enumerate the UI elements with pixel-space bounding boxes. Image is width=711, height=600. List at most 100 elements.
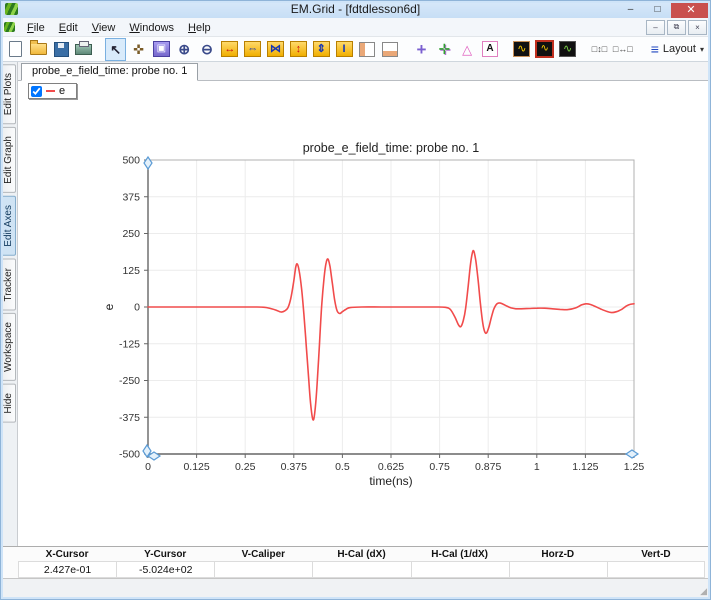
dropdown-caret-icon: ▾ bbox=[699, 44, 704, 54]
y-tick-label: 250 bbox=[122, 228, 140, 240]
readout-value bbox=[214, 561, 313, 578]
y-tick-label: 500 bbox=[122, 155, 140, 167]
axis-handle-icon bbox=[624, 449, 640, 459]
readout-value: -5.024e+02 bbox=[116, 561, 215, 578]
x-tick-label: 0.75 bbox=[429, 461, 450, 473]
layout-button[interactable]: ≡ Layout ▾ bbox=[645, 38, 710, 61]
readout-header: H-Cal (dX) bbox=[337, 548, 386, 560]
plot-multi-icon[interactable]: ∿ bbox=[557, 38, 578, 61]
x-tick-label: 0 bbox=[145, 461, 151, 473]
open-file-icon[interactable] bbox=[28, 38, 49, 61]
app-logo-icon bbox=[5, 3, 18, 15]
stretch-x-icon[interactable]: ⇔ bbox=[242, 38, 263, 61]
close-button[interactable]: ✕ bbox=[671, 0, 711, 18]
x-tick-label: 1.125 bbox=[572, 461, 598, 473]
menu-help[interactable]: Help bbox=[181, 21, 218, 35]
x-tick-label: 1 bbox=[534, 461, 540, 473]
readout-col-x-cursor: X-Cursor 2.427e-01 bbox=[18, 547, 117, 578]
readout-col-horz-d: Horz-D bbox=[508, 547, 607, 578]
x-tick-label: 0.375 bbox=[281, 461, 307, 473]
menu-bar: File Edit View Windows Help – ⧉ × bbox=[0, 18, 711, 37]
mdi-close-button[interactable]: × bbox=[688, 19, 707, 35]
chart-canvas[interactable]: 500 375 250 125 0 -125 -250 -375 -500 0 0.125 0.25 0… bbox=[18, 81, 711, 548]
y-axis-label: e bbox=[102, 303, 116, 310]
readout-col-vert-d: Vert-D bbox=[606, 547, 705, 578]
text-label-icon[interactable]: A bbox=[480, 38, 501, 61]
readout-col-h-cal-dx: H-Cal (dX) bbox=[312, 547, 411, 578]
readout-value bbox=[606, 561, 705, 578]
zoom-in-icon[interactable]: ⊕ bbox=[174, 38, 195, 61]
readout-header: X-Cursor bbox=[45, 548, 89, 560]
layout-bars-icon: ≡ bbox=[650, 41, 659, 57]
expand-x-icon[interactable]: ↔ bbox=[219, 38, 240, 61]
save-icon[interactable] bbox=[51, 38, 72, 61]
menu-file[interactable]: File bbox=[20, 21, 52, 35]
menu-items: File Edit View Windows Help bbox=[20, 18, 218, 36]
plot-dark-icon[interactable]: ∿ bbox=[534, 38, 555, 61]
y-tick-label: -375 bbox=[119, 412, 140, 424]
axes-icon[interactable]: ✛ bbox=[434, 38, 455, 61]
maximize-button[interactable]: □ bbox=[644, 0, 671, 18]
vertical-spacing-icon[interactable]: □↕□ bbox=[589, 38, 610, 61]
compress-x-icon[interactable]: ⋈ bbox=[265, 38, 286, 61]
readout-col-y-cursor: Y-Cursor -5.024e+02 bbox=[116, 547, 215, 578]
chart-title: probe_e_field_time: probe no. 1 bbox=[303, 141, 480, 155]
readout-header: H-Cal (1/dX) bbox=[431, 548, 488, 560]
print-icon[interactable] bbox=[73, 38, 94, 61]
menu-edit[interactable]: Edit bbox=[52, 21, 85, 35]
y-tick-label: 0 bbox=[134, 302, 140, 314]
menu-windows[interactable]: Windows bbox=[122, 21, 181, 35]
legend-checkbox[interactable] bbox=[31, 85, 42, 97]
axis-handle-icon bbox=[143, 155, 153, 171]
left-panel-icon[interactable] bbox=[356, 38, 377, 61]
readout-col-v-caliper: V-Caliper bbox=[214, 547, 313, 578]
document-logo-icon bbox=[4, 22, 15, 32]
mdi-minimize-button[interactable]: – bbox=[646, 19, 665, 35]
resize-grip-icon[interactable]: ◢ bbox=[700, 586, 707, 597]
plot-style-icon[interactable]: ∿ bbox=[511, 38, 532, 61]
select-arrow-icon[interactable]: ↖ bbox=[105, 37, 127, 61]
crosshair-icon[interactable]: + bbox=[411, 38, 432, 61]
y-tick-label: 125 bbox=[122, 265, 140, 277]
minimize-button[interactable]: – bbox=[617, 0, 644, 18]
compress-y-icon[interactable]: I bbox=[334, 38, 355, 61]
bottom-panel-icon[interactable] bbox=[379, 38, 400, 61]
title-bar: EM.Grid - [fdtdlesson6d] – □ ✕ bbox=[0, 0, 711, 18]
stretch-y-icon[interactable]: ⇕ bbox=[311, 38, 332, 61]
x-tick-label: 0.625 bbox=[378, 461, 404, 473]
zoom-region-icon[interactable]: ▣ bbox=[151, 38, 172, 61]
layout-label: Layout bbox=[662, 43, 696, 55]
menu-view[interactable]: View bbox=[85, 21, 123, 35]
new-file-icon[interactable] bbox=[5, 38, 26, 61]
y-tick-label: -250 bbox=[119, 375, 140, 387]
x-tick-label: 1.25 bbox=[624, 461, 645, 473]
plot-area: e 500 375 250 125 0 -125 -250 -375 -500 0 0.125 0.2… bbox=[18, 81, 711, 546]
side-tab-edit-graph[interactable]: Edit Graph bbox=[1, 127, 16, 194]
readout-header: Vert-D bbox=[641, 548, 671, 560]
mdi-restore-button[interactable]: ⧉ bbox=[667, 19, 686, 35]
x-tick-label: 0.5 bbox=[335, 461, 350, 473]
zoom-out-icon[interactable]: ⊖ bbox=[197, 38, 218, 61]
tab-probe-e-field-time[interactable]: probe_e_field_time: probe no. 1 bbox=[21, 63, 199, 81]
y-tick-label: -125 bbox=[119, 338, 140, 350]
expand-y-icon[interactable]: ↕ bbox=[288, 38, 309, 61]
readout-value bbox=[410, 561, 509, 578]
side-tab-edit-axes[interactable]: Edit Axes bbox=[1, 196, 16, 256]
side-tab-hide[interactable]: Hide bbox=[1, 384, 16, 423]
y-tick-label: 375 bbox=[122, 191, 140, 203]
window-title: EM.Grid - [fdtdlesson6d] bbox=[290, 2, 421, 16]
pan-hand-icon[interactable]: ✜ bbox=[128, 38, 149, 61]
side-tab-edit-plots[interactable]: Edit Plots bbox=[1, 64, 16, 125]
side-tab-workspace[interactable]: Workspace bbox=[1, 313, 16, 382]
status-strip: ◢ bbox=[0, 578, 711, 600]
x-tick-label: 0.25 bbox=[235, 461, 256, 473]
y-tick-label: -500 bbox=[119, 449, 140, 461]
angle-marker-icon[interactable]: △ bbox=[457, 38, 478, 61]
side-tab-strip: Edit Plots Edit Graph Edit Axes Tracker Work… bbox=[0, 62, 18, 546]
horizontal-spacing-icon[interactable]: □↔□ bbox=[612, 38, 634, 61]
x-axis-label: time(ns) bbox=[369, 474, 412, 488]
side-tab-tracker[interactable]: Tracker bbox=[1, 258, 16, 311]
readout-value bbox=[508, 561, 607, 578]
readout-header: Y-Cursor bbox=[144, 548, 187, 560]
readout-header: V-Caliper bbox=[241, 548, 286, 560]
